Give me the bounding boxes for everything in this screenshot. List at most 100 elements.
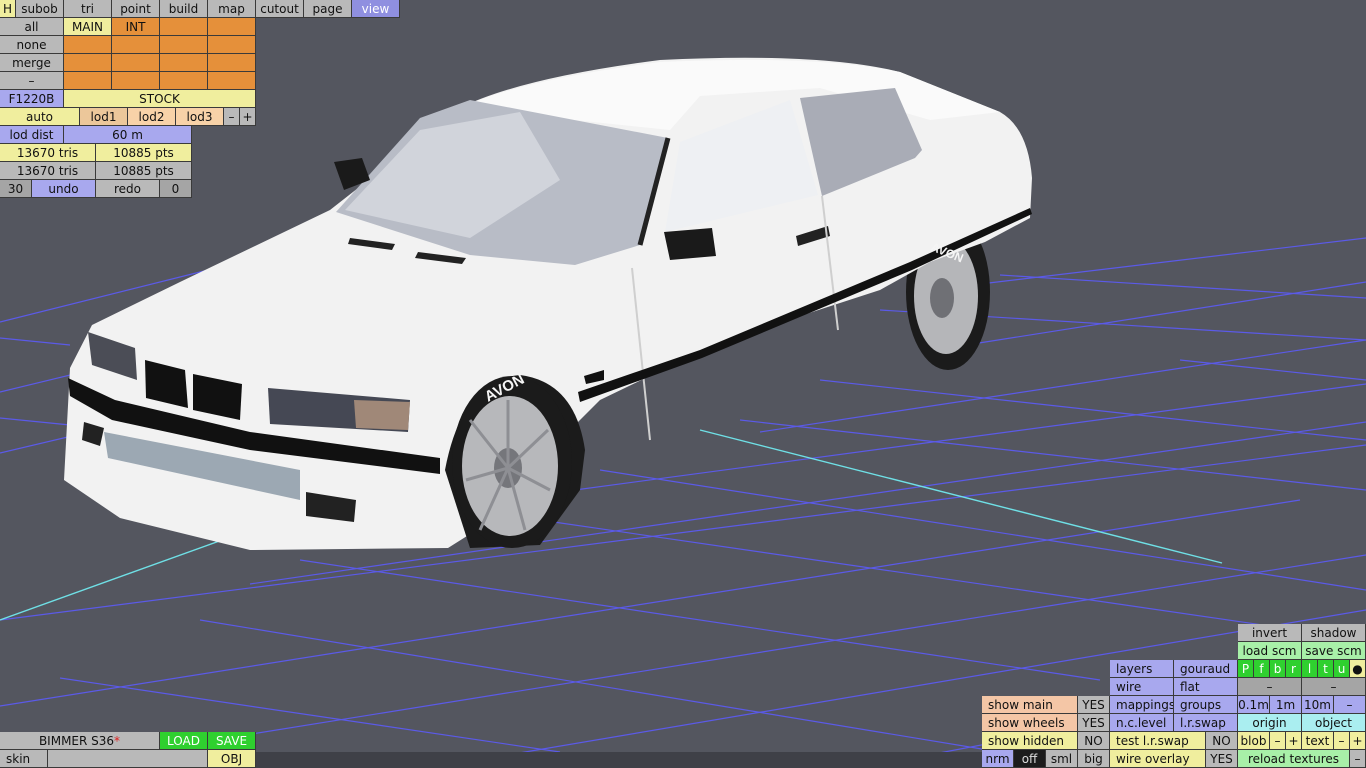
tab-subob[interactable]: subob (16, 0, 64, 18)
tab-h[interactable]: H (0, 0, 16, 18)
subobject-slot[interactable] (208, 54, 256, 72)
view-under-button[interactable]: u (1334, 660, 1350, 678)
size-sml-button[interactable]: sml (1046, 750, 1078, 768)
wire-button[interactable]: wire (1110, 678, 1174, 696)
tab-tri[interactable]: tri (64, 0, 112, 18)
tab-view[interactable]: view (352, 0, 400, 18)
subobject-slot[interactable] (112, 72, 160, 90)
flat-button[interactable]: flat (1174, 678, 1238, 696)
tab-page[interactable]: page (304, 0, 352, 18)
layers-button[interactable]: layers (1110, 660, 1174, 678)
dist-1m-button[interactable]: 1m (1270, 696, 1302, 714)
subobject-slot[interactable] (64, 54, 112, 72)
subobject-slot[interactable] (64, 72, 112, 90)
show-main-value: YES (1078, 696, 1110, 714)
dist-minus-button[interactable]: – (1334, 696, 1366, 714)
lod-dist-value[interactable]: 60 m (64, 126, 192, 144)
lod3-button[interactable]: lod3 (176, 108, 224, 126)
dist-0-1m-button[interactable]: 0.1m (1238, 696, 1270, 714)
undo-count: 30 (0, 180, 32, 198)
size-nrm-button[interactable]: nrm (982, 750, 1014, 768)
car-name[interactable]: BIMMER S36 * (0, 732, 160, 750)
load-scm-button[interactable]: load scm (1238, 642, 1302, 660)
lr-swap-button[interactable]: l.r.swap (1174, 714, 1238, 732)
select-all-button[interactable]: all (0, 18, 64, 36)
nc-level-button[interactable]: n.c.level (1110, 714, 1174, 732)
view-back-button[interactable]: b (1270, 660, 1286, 678)
origin-button[interactable]: origin (1238, 714, 1302, 732)
view-p-button[interactable]: P (1238, 660, 1254, 678)
test-lr-swap-toggle[interactable]: test l.r.swap (1110, 732, 1206, 750)
subobject-slot[interactable] (208, 72, 256, 90)
tab-build[interactable]: build (160, 0, 208, 18)
wire-overlay-value: YES (1206, 750, 1238, 768)
texture-button[interactable]: F1220B (0, 90, 64, 108)
lod-minus-button[interactable]: – (224, 108, 240, 126)
undo-button[interactable]: undo (32, 180, 96, 198)
tab-cutout[interactable]: cutout (256, 0, 304, 18)
lod-plus-button[interactable]: + (240, 108, 256, 126)
subobject-main[interactable]: MAIN (64, 18, 112, 36)
dash-button[interactable]: – (0, 72, 64, 90)
object-button[interactable]: object (1302, 714, 1366, 732)
wire-overlay-toggle[interactable]: wire overlay (1110, 750, 1206, 768)
obj-button[interactable]: OBJ (208, 750, 256, 768)
mappings-button[interactable]: mappings (1110, 696, 1174, 714)
blob-plus-button[interactable]: + (1286, 732, 1302, 750)
tris-count: 13670 tris (0, 144, 96, 162)
tris-count: 13670 tris (0, 162, 96, 180)
tab-point[interactable]: point (112, 0, 160, 18)
test-lr-swap-value: NO (1206, 732, 1238, 750)
size-off-button[interactable]: off (1014, 750, 1046, 768)
subobject-slot[interactable] (208, 18, 256, 36)
text-plus-button[interactable]: + (1350, 732, 1366, 750)
view-left-button[interactable]: l (1302, 660, 1318, 678)
tab-map[interactable]: map (208, 0, 256, 18)
config-button[interactable]: STOCK (64, 90, 256, 108)
dash-button[interactable]: – (1302, 678, 1366, 696)
view-top-button[interactable]: t (1318, 660, 1334, 678)
dist-10m-button[interactable]: 10m (1302, 696, 1334, 714)
blob-minus-button[interactable]: – (1270, 732, 1286, 750)
lod1-button[interactable]: lod1 (80, 108, 128, 126)
text-button[interactable]: text (1302, 732, 1334, 750)
view-front-button[interactable]: f (1254, 660, 1270, 678)
show-main-toggle[interactable]: show main (982, 696, 1078, 714)
dash-button[interactable]: – (1238, 678, 1302, 696)
show-hidden-toggle[interactable]: show hidden (982, 732, 1078, 750)
skin-input[interactable] (48, 750, 208, 768)
subobject-slot[interactable] (208, 36, 256, 54)
merge-button[interactable]: merge (0, 54, 64, 72)
view-right-button[interactable]: r (1286, 660, 1302, 678)
show-wheels-toggle[interactable]: show wheels (982, 714, 1078, 732)
save-button[interactable]: SAVE (208, 732, 256, 750)
subobject-int[interactable]: INT (112, 18, 160, 36)
subobject-slot[interactable] (160, 18, 208, 36)
subobject-slot[interactable] (112, 54, 160, 72)
reload-textures-button[interactable]: reload textures (1238, 750, 1350, 768)
select-none-button[interactable]: none (0, 36, 64, 54)
redo-button[interactable]: redo (96, 180, 160, 198)
shadow-button[interactable]: shadow (1302, 624, 1366, 642)
text-minus-button[interactable]: – (1334, 732, 1350, 750)
gouraud-button[interactable]: gouraud (1174, 660, 1238, 678)
size-big-button[interactable]: big (1078, 750, 1110, 768)
invert-button[interactable]: invert (1238, 624, 1302, 642)
lod-dist-label: lod dist (0, 126, 64, 144)
lod2-button[interactable]: lod2 (128, 108, 176, 126)
save-scm-button[interactable]: save scm (1302, 642, 1366, 660)
skin-label: skin (0, 750, 48, 768)
subobject-slot[interactable] (160, 36, 208, 54)
reload-minus-button[interactable]: – (1350, 750, 1366, 768)
load-button[interactable]: LOAD (160, 732, 208, 750)
subobject-slot[interactable] (160, 54, 208, 72)
view-dot-button[interactable]: ● (1350, 660, 1366, 678)
subobject-slot[interactable] (64, 36, 112, 54)
groups-button[interactable]: groups (1174, 696, 1238, 714)
show-hidden-value: NO (1078, 732, 1110, 750)
subobject-slot[interactable] (160, 72, 208, 90)
show-wheels-value: YES (1078, 714, 1110, 732)
subobject-slot[interactable] (112, 36, 160, 54)
blob-button[interactable]: blob (1238, 732, 1270, 750)
lod-auto-button[interactable]: auto (0, 108, 80, 126)
